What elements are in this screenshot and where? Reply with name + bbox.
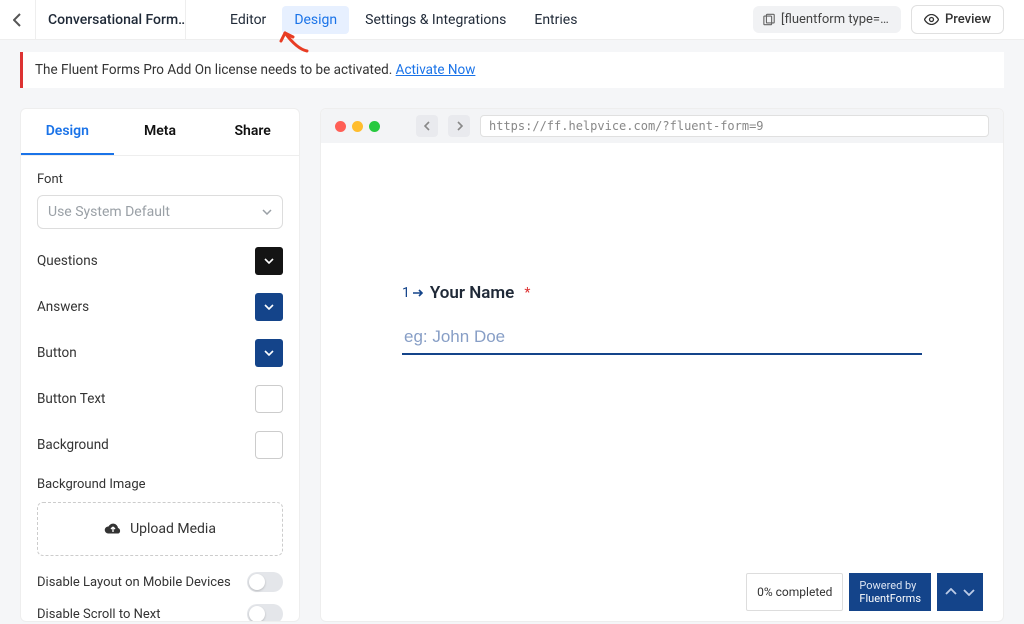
background-color-swatch[interactable] [255,431,283,459]
upload-media-label: Upload Media [130,521,216,537]
form-title-text: Conversational Form… [48,12,186,28]
preview-button[interactable]: Preview [911,5,1004,34]
background-color-label: Background [37,437,109,453]
button-text-color-label: Button Text [37,391,105,407]
font-label: Font [37,172,283,187]
shortcode-copy[interactable]: [fluentform type="c… [753,6,901,33]
font-select-placeholder: Use System Default [48,204,170,220]
question-number: 1 [402,285,424,301]
activate-now-link[interactable]: Activate Now [396,62,476,78]
upload-media-button[interactable]: Upload Media [37,502,283,556]
activate-now-link-label: Activate Now [396,62,476,78]
license-alert: The Fluent Forms Pro Add On license need… [20,52,1004,88]
button-text-color-swatch[interactable] [255,385,283,413]
shortcode-text: [fluentform type="c… [781,12,891,27]
top-tab-entries-label: Entries [534,12,577,28]
answers-color-swatch[interactable] [255,293,283,321]
top-tab-design-label: Design [294,12,337,28]
question-number-value: 1 [402,285,410,301]
answers-color-label: Answers [37,299,89,315]
disable-layout-label: Disable Layout on Mobile Devices [37,575,231,590]
top-tab-editor[interactable]: Editor [218,6,278,34]
chevron-down-icon [264,258,274,264]
chevron-left-icon [13,13,22,27]
traffic-yellow-icon [352,121,363,132]
button-color-label: Button [37,345,77,361]
chevron-down-icon [264,350,274,356]
question-header: 1 Your Name * [402,283,922,303]
progress-badge: 0% completed [746,573,843,611]
panel-tab-meta-label: Meta [144,123,176,139]
panel-tab-meta[interactable]: Meta [114,109,207,155]
button-color-swatch[interactable] [255,339,283,367]
preview-footer: 0% completed Powered by FluentForms [746,573,983,611]
panel-tab-design-label: Design [46,123,89,139]
main-wrap: Design Meta Share Font Use System Defaul… [20,108,1004,622]
page-down-button[interactable] [963,588,975,596]
traffic-green-icon [369,121,380,132]
panel-body: Font Use System Default Questions Answer… [21,156,299,621]
progress-text: 0% completed [757,585,832,599]
powered-by-badge[interactable]: Powered by FluentForms [849,573,931,611]
arrow-right-icon [412,288,424,298]
url-bar[interactable]: https://ff.helpvice.com/?fluent-form=9 [480,115,989,137]
cloud-upload-icon [104,522,122,536]
panel-tab-share-label: Share [235,123,271,139]
copy-icon [763,13,775,26]
page-up-button[interactable] [945,588,957,596]
questions-color-label: Questions [37,253,98,269]
topbar: Conversational Form… Editor Design Setti… [0,0,1024,40]
browser-bar: https://ff.helpvice.com/?fluent-form=9 [321,109,1003,143]
traffic-red-icon [335,121,346,132]
panel-tab-design[interactable]: Design [21,109,114,155]
background-image-label: Background Image [37,477,283,492]
panel-tab-share[interactable]: Share [206,109,299,155]
chevron-up-icon [945,588,957,596]
top-tab-entries[interactable]: Entries [522,6,589,34]
questions-color-swatch[interactable] [255,247,283,275]
disable-scroll-toggle[interactable] [247,604,283,621]
top-tab-design[interactable]: Design [282,6,349,34]
top-tab-settings[interactable]: Settings & Integrations [353,6,518,34]
design-panel: Design Meta Share Font Use System Defaul… [20,108,300,622]
eye-icon [924,14,939,25]
chevron-down-icon [963,588,975,596]
top-tab-settings-label: Settings & Integrations [365,12,506,28]
name-input[interactable] [402,321,922,355]
traffic-lights [335,121,380,132]
license-alert-text: The Fluent Forms Pro Add On license need… [35,62,396,78]
preview-button-label: Preview [945,12,991,27]
browser-back-button[interactable] [416,115,438,137]
panel-tabs: Design Meta Share [21,109,299,156]
question-title: Your Name [430,283,514,303]
chevron-right-icon [456,121,463,131]
font-select[interactable]: Use System Default [37,195,283,229]
disable-layout-toggle[interactable] [247,572,283,592]
browser-forward-button[interactable] [448,115,470,137]
back-button[interactable] [0,0,36,40]
disable-scroll-label: Disable Scroll to Next [37,607,160,622]
form-stage: 1 Your Name * 0% completed Powered by Fl… [321,143,1003,621]
question-block: 1 Your Name * [402,283,922,355]
page-nav [937,573,983,611]
chevron-down-icon [262,209,272,215]
required-asterisk-icon: * [524,285,530,301]
url-text: https://ff.helpvice.com/?fluent-form=9 [489,119,764,133]
powered-line2: FluentForms [859,592,921,605]
powered-line1: Powered by [859,579,921,592]
chevron-left-icon [424,121,431,131]
chevron-down-icon [264,304,274,310]
preview-panel: https://ff.helpvice.com/?fluent-form=9 1… [320,108,1004,622]
top-tab-editor-label: Editor [230,12,266,28]
form-title: Conversational Form… [36,0,186,40]
